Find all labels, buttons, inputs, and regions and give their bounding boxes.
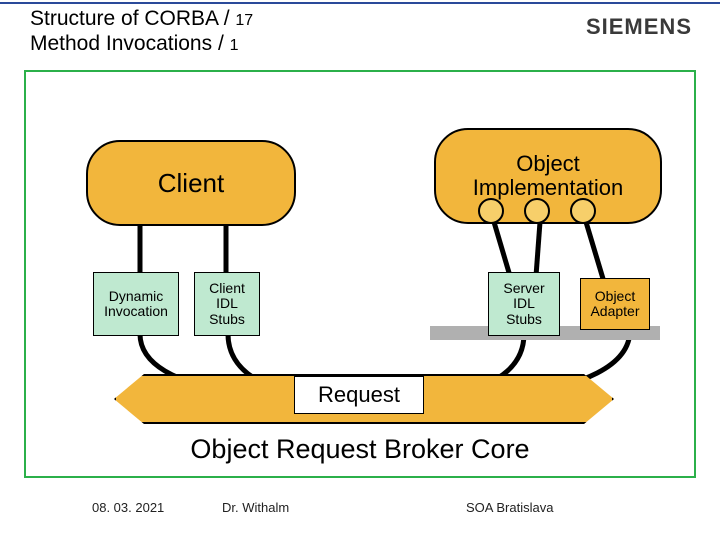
title-line1-num: 17 [235, 12, 253, 29]
client-block: Client [86, 140, 296, 226]
cidl-l1: Client [209, 281, 245, 296]
top-rule [0, 2, 720, 4]
oa-l1: Object [595, 289, 635, 304]
object-impl-label-2: Implementation [473, 176, 623, 200]
sidl-l2: IDL [513, 296, 535, 311]
sidl-l3: Stubs [506, 312, 542, 327]
object-instance-dot [478, 198, 504, 224]
dynamic-invocation-block: Dynamic Invocation [93, 272, 179, 336]
client-label: Client [158, 169, 224, 198]
title-line1-text: Structure of CORBA / [30, 7, 235, 30]
title-line2-text: Method Invocations / [30, 32, 230, 55]
footer-author: Dr. Withalm [222, 500, 289, 515]
object-instance-dot [570, 198, 596, 224]
footer-date: 08. 03. 2021 [92, 500, 164, 515]
company-logo: SIEMENS [586, 14, 692, 40]
client-idl-stubs-block: Client IDL Stubs [194, 272, 260, 336]
object-impl-instances [478, 198, 596, 224]
title-line2-num: 1 [230, 37, 239, 54]
request-box: Request [294, 376, 424, 414]
sidl-l1: Server [503, 281, 544, 296]
server-idl-stubs-block: Server IDL Stubs [488, 272, 560, 336]
dyn-l2: Invocation [104, 304, 168, 319]
request-label: Request [318, 383, 400, 407]
cidl-l3: Stubs [209, 312, 245, 327]
oa-l2: Adapter [590, 304, 639, 319]
orb-core-caption: Object Request Broker Core [0, 434, 720, 465]
object-impl-label-1: Object [516, 152, 580, 176]
cidl-l2: IDL [216, 296, 238, 311]
footer-place: SOA Bratislava [466, 500, 553, 515]
dyn-l1: Dynamic [109, 289, 163, 304]
object-instance-dot [524, 198, 550, 224]
slide-title: Structure of CORBA / 17 Method Invocatio… [30, 6, 253, 56]
object-adapter-block: Object Adapter [580, 278, 650, 330]
